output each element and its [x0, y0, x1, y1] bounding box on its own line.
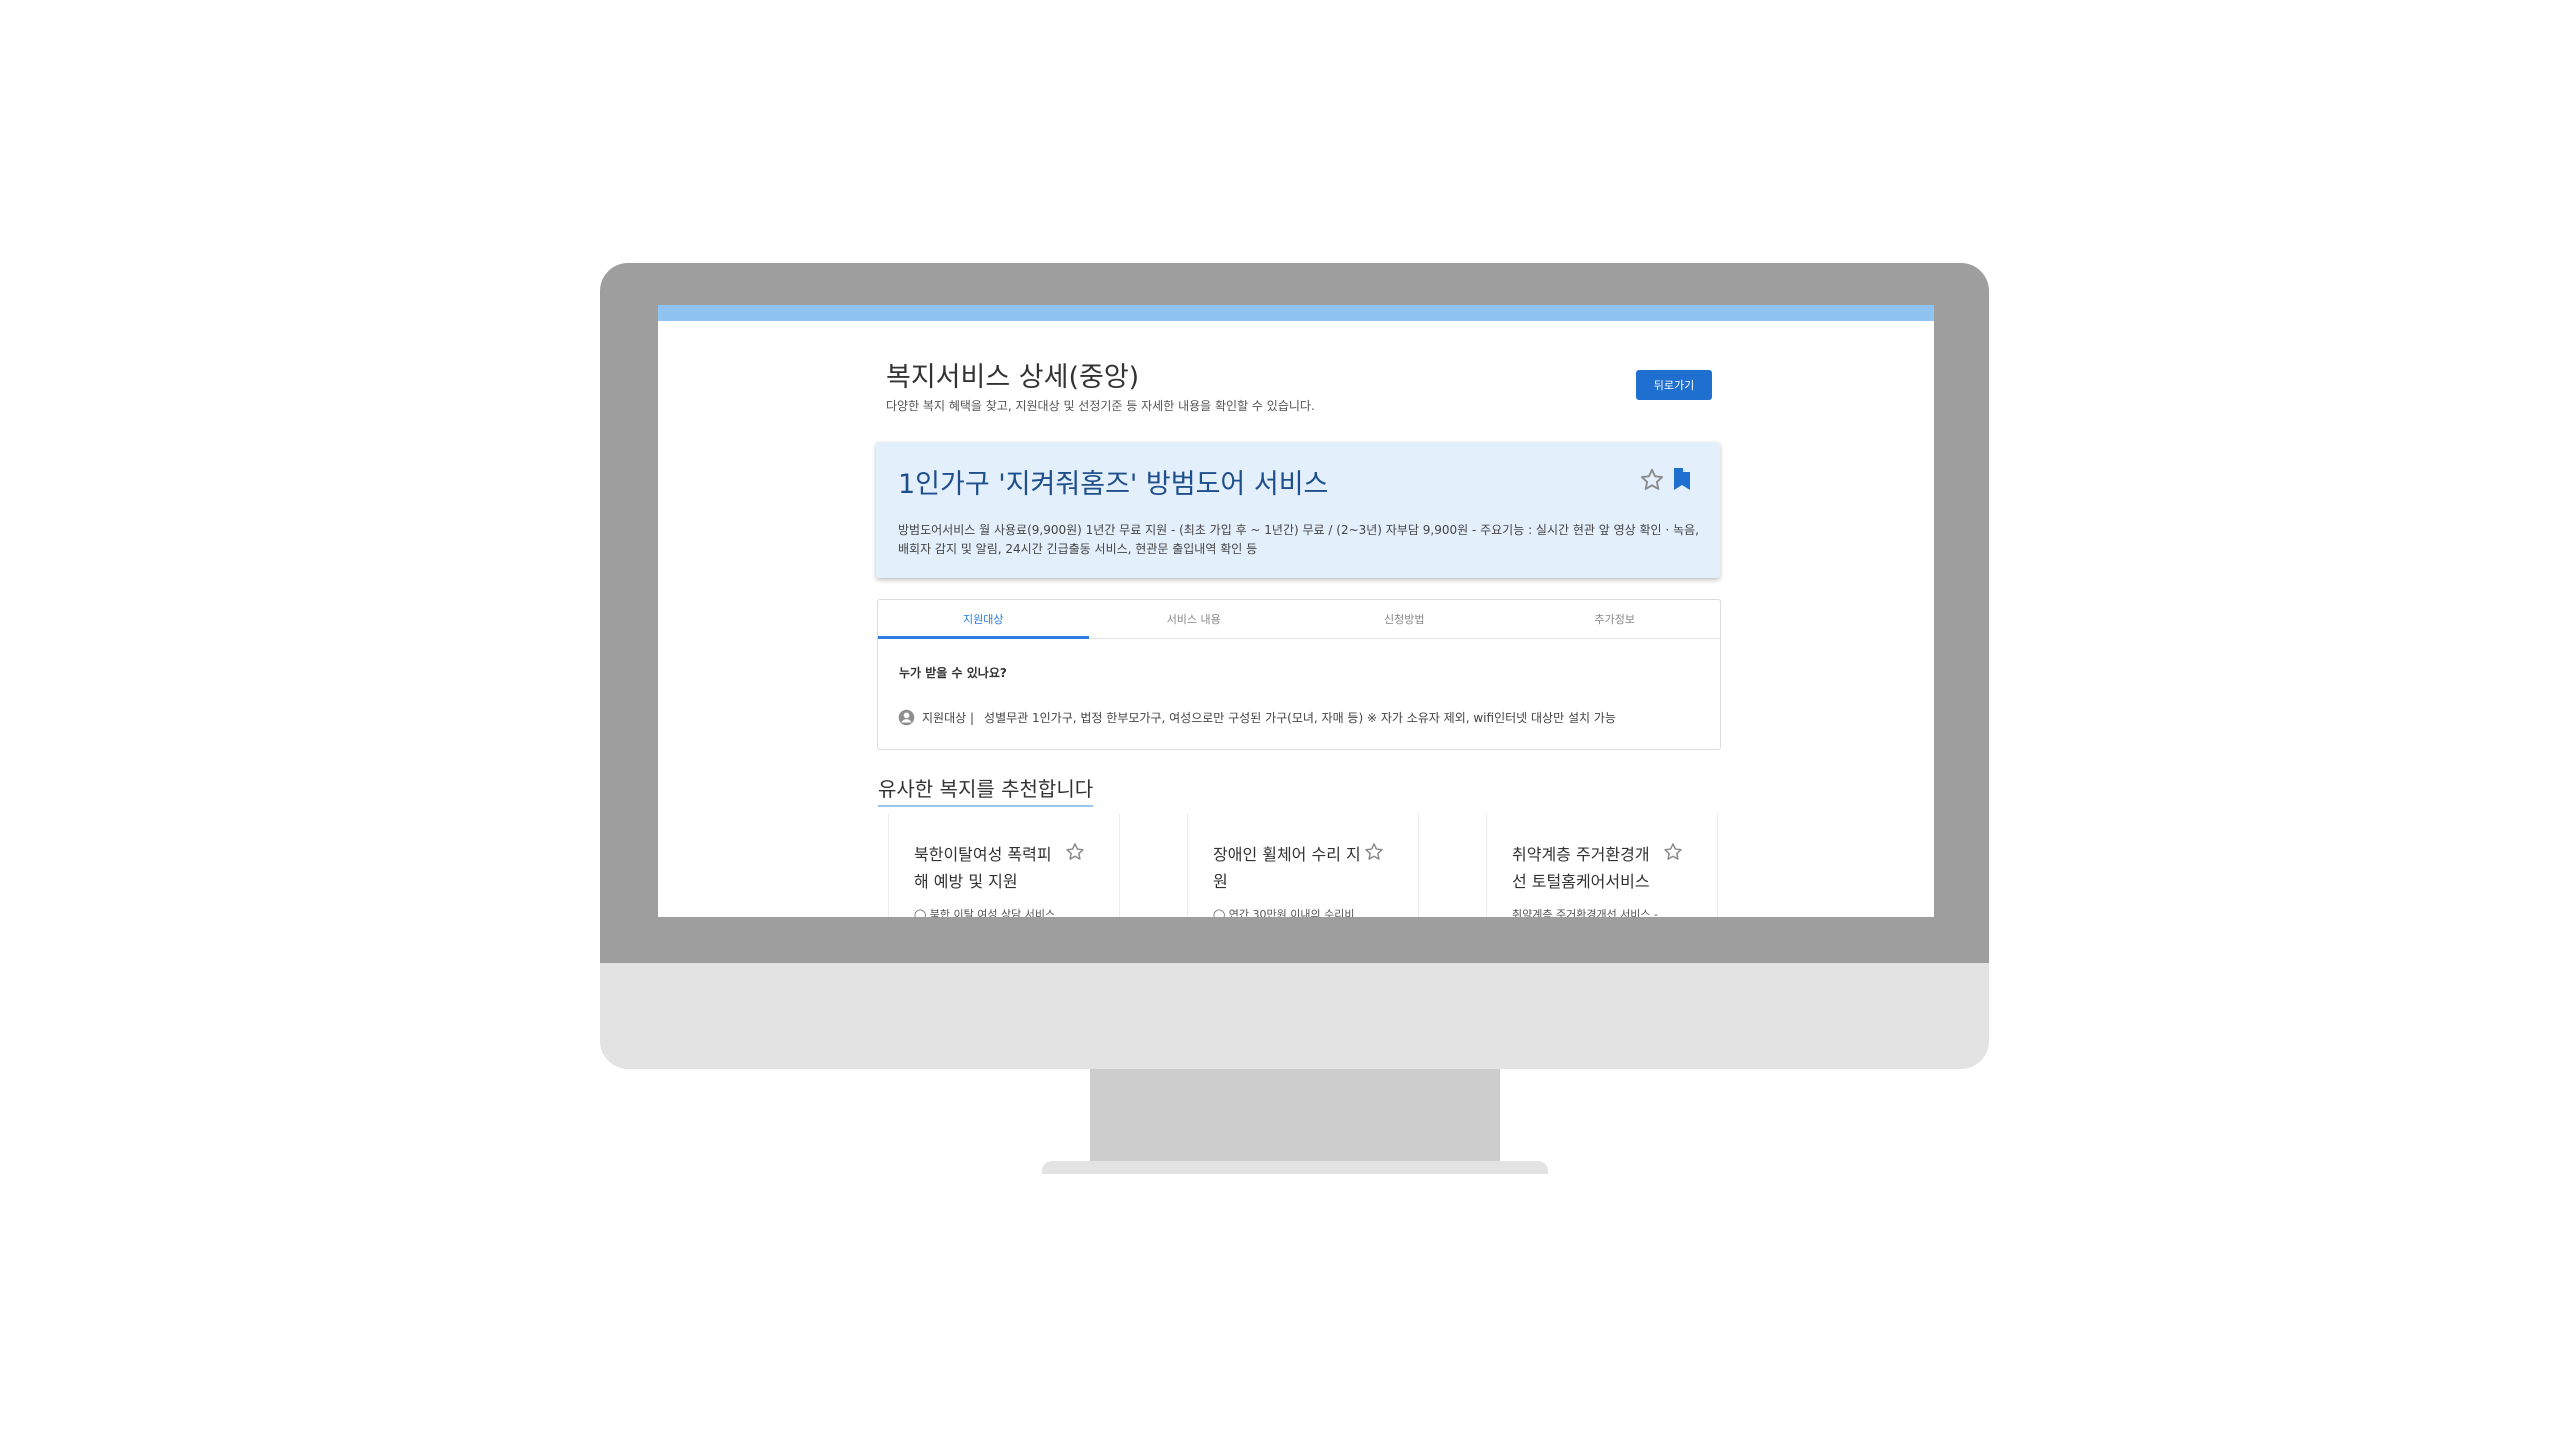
recommend-card[interactable]: 북한이탈여성 폭력피해 예방 및 지원 ◯ 북한 이탈 여성 상담 서비스 — [888, 813, 1120, 917]
monitor-stand-neck — [1090, 1069, 1500, 1161]
recommend-card-title: 장애인 휠체어 수리 지원 — [1213, 845, 1361, 891]
page-subtitle: 다양한 복지 혜택을 찾고, 지원대상 및 선정기준 등 자세한 내용을 확인할… — [886, 399, 1315, 413]
monitor-screen: 복지서비스 상세(중앙) 다양한 복지 혜택을 찾고, 지원대상 및 선정기준 … — [658, 305, 1934, 917]
recommend-card-title: 북한이탈여성 폭력피해 예방 및 지원 — [914, 845, 1052, 891]
star-outline-icon[interactable] — [1662, 841, 1684, 863]
service-description: 방범도어서비스 월 사용료(9,900원) 1년간 무료 지원 - (최초 가입… — [898, 523, 1699, 556]
star-outline-icon[interactable] — [1638, 466, 1666, 494]
tab-additional-info[interactable]: 추가정보 — [1510, 600, 1721, 638]
eligibility-text: 성별무관 1인가구, 법정 한부모가구, 여성으로만 구성된 가구(모녀, 자매… — [984, 711, 1616, 725]
back-button[interactable]: 뒤로가기 — [1636, 370, 1712, 400]
eligibility-row: 지원대상 | 성별무관 1인가구, 법정 한부모가구, 여성으로만 구성된 가구… — [898, 709, 1616, 726]
person-circle-icon — [898, 709, 915, 726]
eligibility-label: 지원대상 | — [922, 711, 975, 725]
recommend-card-desc: 취약계층 주거환경개선 서비스 - — [1512, 908, 1659, 917]
monitor-stand-base — [1042, 1161, 1548, 1174]
top-bar — [658, 305, 1934, 321]
star-outline-icon[interactable] — [1064, 841, 1086, 863]
star-outline-icon[interactable] — [1363, 841, 1385, 863]
page-title: 복지서비스 상세(중앙) — [886, 362, 1140, 393]
recommend-card[interactable]: 장애인 휠체어 수리 지원 ◯ 연간 30만원 이내의 수리비 — [1187, 813, 1419, 917]
recommend-card-title: 취약계층 주거환경개선 토털홈케어서비스 — [1512, 845, 1650, 891]
tab-application-method[interactable]: 신청방법 — [1299, 600, 1510, 638]
monitor-chin — [600, 963, 1989, 1069]
recommend-section-title: 유사한 복지를 추천합니다 — [878, 773, 1094, 807]
detail-tabs-panel: 지원대상 서비스 내용 신청방법 추가정보 누가 받을 수 있나요? 지원대상 … — [877, 599, 1721, 750]
tab-eligibility[interactable]: 지원대상 — [878, 600, 1089, 639]
bookmark-icon[interactable] — [1671, 466, 1693, 492]
recommend-card[interactable]: 취약계층 주거환경개선 토털홈케어서비스 취약계층 주거환경개선 서비스 - — [1486, 813, 1718, 917]
tab-bar: 지원대상 서비스 내용 신청방법 추가정보 — [878, 600, 1720, 639]
recommend-card-desc: ◯ 연간 30만원 이내의 수리비 — [1213, 908, 1355, 917]
recommend-card-desc: ◯ 북한 이탈 여성 상담 서비스 — [914, 908, 1056, 917]
service-title: 1인가구 '지켜줘홈즈' 방범도어 서비스 — [898, 469, 1329, 500]
service-summary-card: 1인가구 '지켜줘홈즈' 방범도어 서비스 방범도어서비스 월 사용료(9,90… — [876, 442, 1720, 578]
eligibility-heading: 누가 받을 수 있나요? — [899, 666, 1007, 680]
tab-service-content[interactable]: 서비스 내용 — [1089, 600, 1300, 638]
